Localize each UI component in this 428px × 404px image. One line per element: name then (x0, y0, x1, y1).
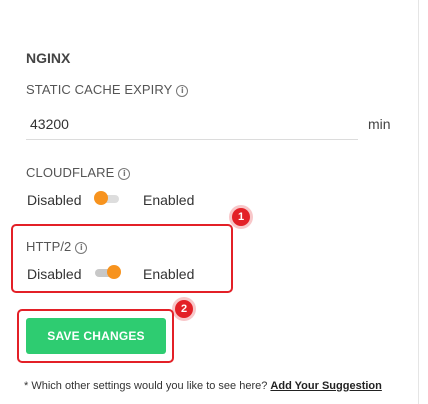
step-badge-2: 2 (175, 300, 193, 318)
info-icon[interactable]: i (118, 168, 131, 180)
cloudflare-label-row: CLOUDFLARE i (26, 165, 131, 180)
save-changes-button[interactable]: SAVE CHANGES (26, 318, 166, 354)
cloudflare-disabled-label: Disabled (27, 192, 82, 208)
panel-divider (418, 0, 419, 404)
section-title: NGINX (26, 50, 71, 66)
settings-panel: NGINX STATIC CACHE EXPIRYi min CLOUDFLAR… (0, 0, 428, 404)
cloudflare-toggle[interactable] (94, 191, 119, 205)
toggle-knob (107, 265, 121, 279)
static-cache-unit: min (368, 116, 391, 132)
info-icon[interactable]: i (75, 242, 88, 254)
cloudflare-label: CLOUDFLARE (26, 165, 115, 180)
highlight-box-http2 (11, 224, 233, 293)
footer-note: * Which other settings would you like to… (24, 380, 382, 392)
footer-note-text: * Which other settings would you like to… (24, 380, 268, 392)
step-badge-1: 1 (232, 208, 250, 226)
static-cache-label: STATIC CACHE EXPIRY (26, 82, 173, 97)
http2-label-row: HTTP/2 i (26, 239, 88, 254)
http2-label: HTTP/2 (26, 239, 72, 254)
cloudflare-enabled-label: Enabled (143, 192, 195, 208)
static-cache-input[interactable] (26, 108, 358, 140)
add-suggestion-link[interactable]: Add Your Suggestion (270, 380, 381, 392)
http2-enabled-label: Enabled (143, 266, 195, 282)
http2-toggle[interactable] (95, 265, 121, 279)
http2-disabled-label: Disabled (27, 266, 82, 282)
info-icon[interactable]: i (176, 85, 189, 97)
static-cache-label-row: STATIC CACHE EXPIRY i (26, 82, 189, 97)
toggle-knob (94, 191, 108, 205)
